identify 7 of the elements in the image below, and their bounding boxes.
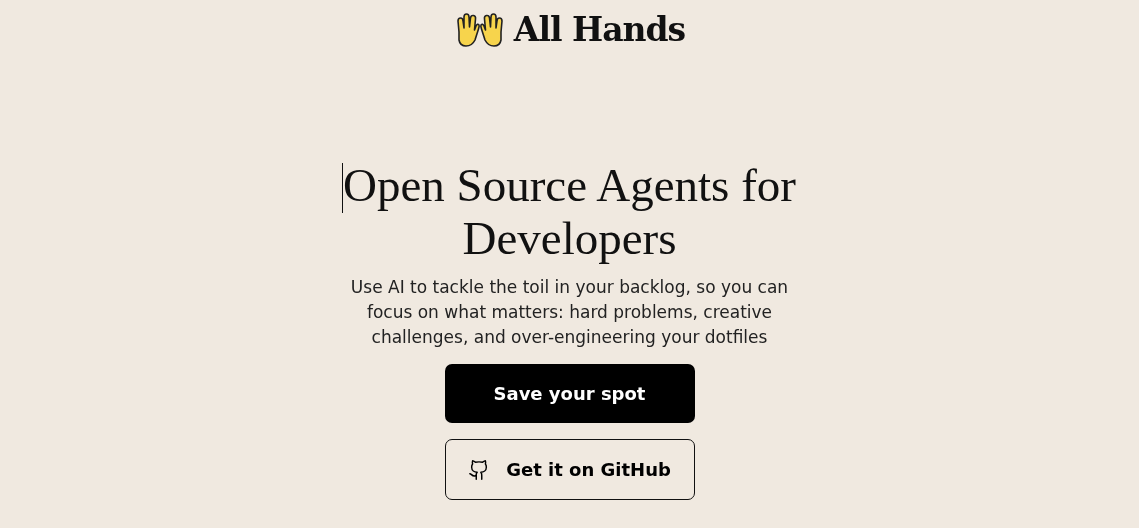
save-spot-button[interactable]: Save your spot [444,364,695,423]
headline: Open Source Agents for [343,159,796,212]
github-button[interactable]: Get it on GitHub [444,439,695,500]
subtitle: Use AI to tackle the toil in your backlog, so you can focus on what matters: hard problems, creative challenges, and over-engineering your dotfiles [349,276,790,349]
headline: Developers [462,212,677,265]
text-cursor [342,163,344,213]
brand-name: All Hands [513,10,686,49]
